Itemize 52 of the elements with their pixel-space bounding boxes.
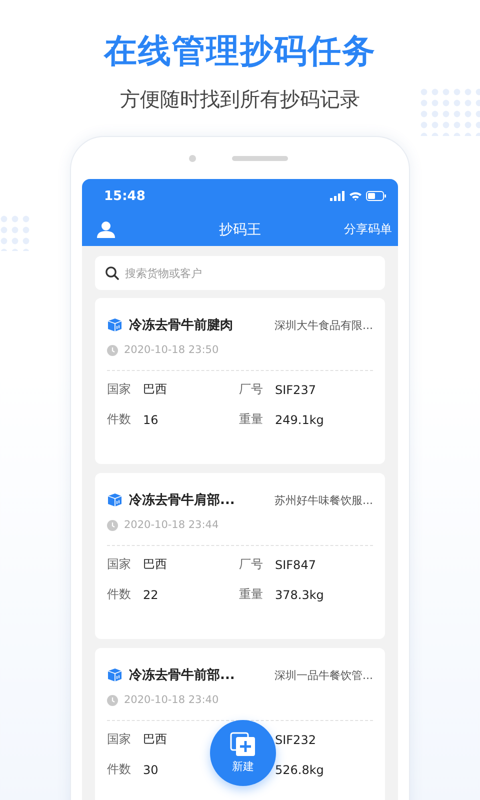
subheadline: 方便随时找到所有抄码记录: [120, 86, 360, 112]
record-title: 冷冻去骨牛前部...: [129, 666, 235, 684]
field-label: 件数: [107, 761, 131, 778]
status-time: 15:48: [104, 188, 146, 204]
field-value: 526.8kg: [275, 762, 324, 776]
field-value: 巴西: [143, 731, 167, 748]
share-link[interactable]: 分享码单: [344, 221, 392, 238]
field-value: 378.3kg: [275, 588, 324, 602]
field-label: 国家: [107, 381, 131, 398]
customer-name: 深圳一品牛餐饮管...: [274, 668, 373, 682]
field-value: 16: [143, 412, 158, 426]
record-time: 2020-10-18 23:50: [124, 344, 219, 356]
box-icon: [107, 668, 122, 682]
field-value: 22: [143, 588, 158, 602]
signal-icon: [330, 191, 345, 201]
field-value: 巴西: [143, 556, 167, 573]
clock-icon: [107, 694, 118, 706]
record-title: 冷冻去骨牛前腱肉: [129, 316, 233, 334]
field-label: 件数: [107, 586, 131, 603]
speaker-slot: [232, 156, 288, 160]
field-label: 厂号: [239, 556, 263, 573]
field-value: 30: [143, 762, 158, 776]
record-time: 2020-10-18 23:44: [124, 519, 219, 531]
customer-name: 苏州好牛味餐饮服...: [274, 492, 373, 508]
field-label: 重量: [239, 586, 263, 603]
box-icon: [107, 318, 122, 332]
app-title: 抄码王: [219, 220, 261, 238]
dots-decoration: [0, 215, 30, 251]
clock-icon: [107, 344, 118, 356]
camera-dot: [188, 154, 196, 162]
clock-icon: [107, 520, 118, 530]
wifi-icon: [349, 191, 362, 201]
headline: 在线管理抄码任务: [104, 30, 376, 72]
search-field[interactable]: 搜索货物或客户: [95, 256, 385, 290]
field-value: SIF232: [275, 732, 316, 746]
dots-decoration: [420, 88, 480, 136]
record-time: 2020-10-18 23:40: [124, 694, 219, 706]
field-label: 重量: [239, 411, 263, 428]
new-document-icon: [230, 732, 256, 756]
customer-name: 深圳大牛食品有限...: [274, 318, 373, 332]
box-icon: [107, 493, 122, 507]
field-value: SIF847: [275, 558, 316, 572]
record-title: 冷冻去骨牛肩部...: [129, 492, 235, 509]
battery-icon: [366, 191, 386, 201]
field-value: SIF237: [275, 382, 316, 396]
field-label: 厂号: [239, 381, 263, 398]
field-label: 国家: [107, 556, 131, 573]
field-label: 国家: [107, 731, 131, 748]
field-value: 249.1kg: [275, 412, 324, 426]
field-label: 件数: [107, 411, 131, 428]
field-value: 巴西: [143, 381, 167, 398]
user-icon[interactable]: [97, 221, 115, 238]
